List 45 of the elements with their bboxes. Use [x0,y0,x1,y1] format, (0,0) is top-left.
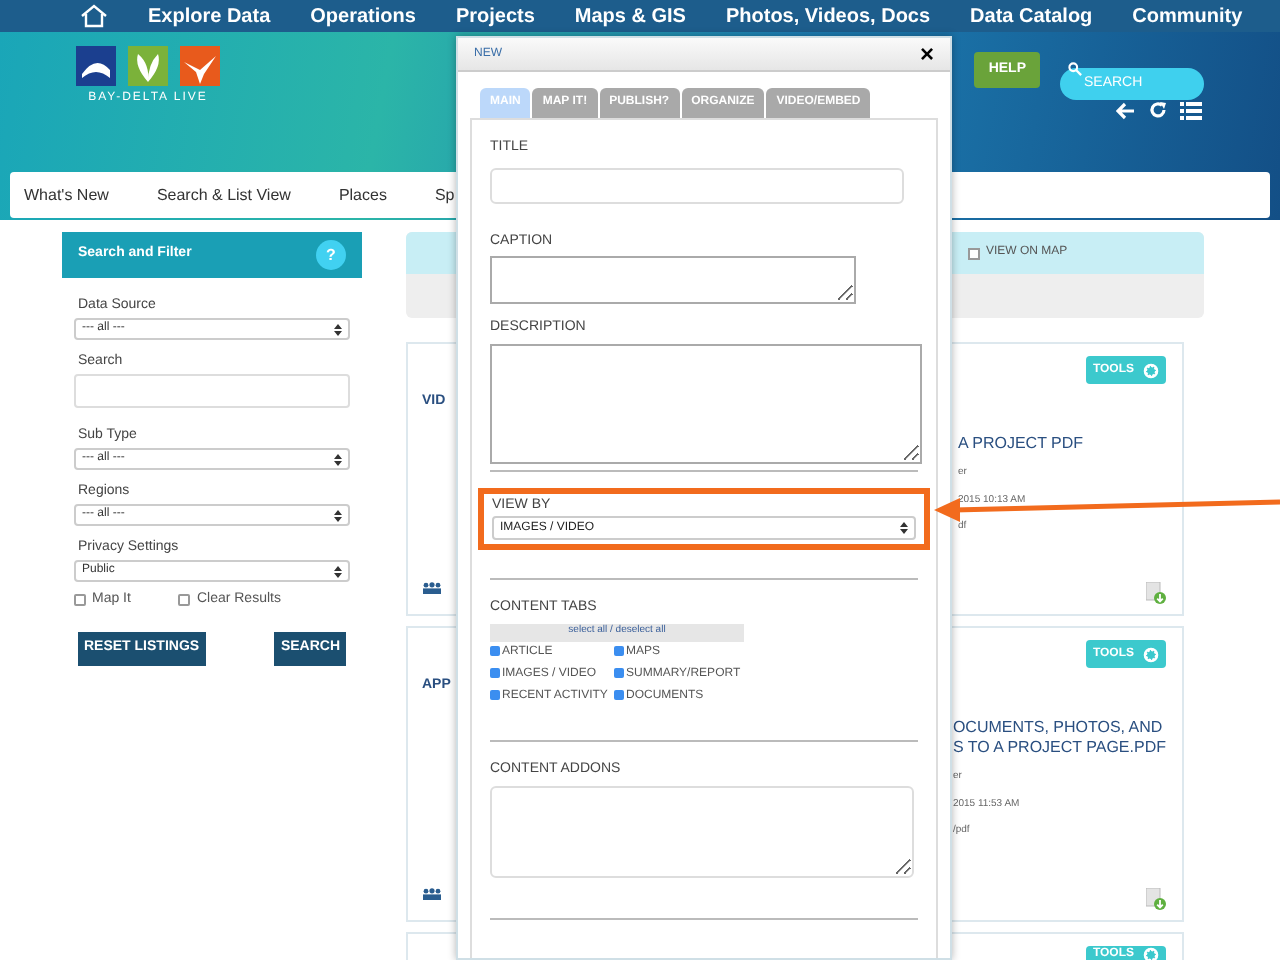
text-input[interactable] [74,374,350,408]
refresh-icon[interactable] [1148,100,1168,120]
checkbox[interactable] [968,247,980,259]
nav-link[interactable]: Maps & GIS [574,1,686,31]
gear-icon [1142,361,1160,379]
card-heading: OCUMENTS, PHOTOS, AND [952,718,1165,738]
nav-link[interactable]: What's New [24,183,109,207]
checkbox[interactable] [74,594,86,607]
logo-icon[interactable] [76,46,220,90]
search-icon [1068,62,1082,76]
select-arrows-icon [334,565,342,577]
nav-link[interactable]: Explore Data [148,1,271,31]
description-textarea[interactable] [490,343,922,463]
nav-link[interactable]: Community [1132,1,1243,31]
file-download-icon[interactable] [1146,888,1166,910]
people-icon [422,582,442,594]
select-arrows-icon [334,323,342,335]
checkbox[interactable] [178,594,191,607]
list-icon[interactable] [1180,101,1202,119]
checkbox[interactable] [490,667,500,677]
caption-textarea[interactable] [490,256,856,304]
text-input[interactable] [490,167,904,203]
select-arrows-icon [334,509,342,521]
home-icon[interactable] [80,4,108,28]
nav-link[interactable]: Sp [434,183,455,207]
file-download-icon[interactable] [1146,582,1166,604]
checkbox[interactable] [490,689,500,699]
nav-link[interactable]: Data Catalog [970,1,1093,31]
checkbox[interactable] [490,645,500,655]
nav-link[interactable]: Projects [455,1,535,31]
back-arrow-icon[interactable] [1116,101,1136,119]
people-icon [422,888,442,900]
checkbox[interactable] [614,667,624,677]
nav-link[interactable]: Search & List View [156,183,291,207]
nav-link[interactable]: Photos, Videos, Docs [725,1,931,31]
card-heading: A PROJECT PDF [958,434,1086,454]
select-arrows-icon [900,522,908,534]
card-heading: S TO A PROJECT PAGE.PDF [952,738,1166,758]
checkbox[interactable] [614,689,624,699]
close-button[interactable]: × [919,42,934,66]
nav-link[interactable]: Places [338,183,387,207]
select-arrows-icon [334,453,342,465]
nav-link[interactable]: Operations [310,1,416,31]
gear-icon [1142,645,1160,663]
checkbox[interactable] [614,645,624,655]
